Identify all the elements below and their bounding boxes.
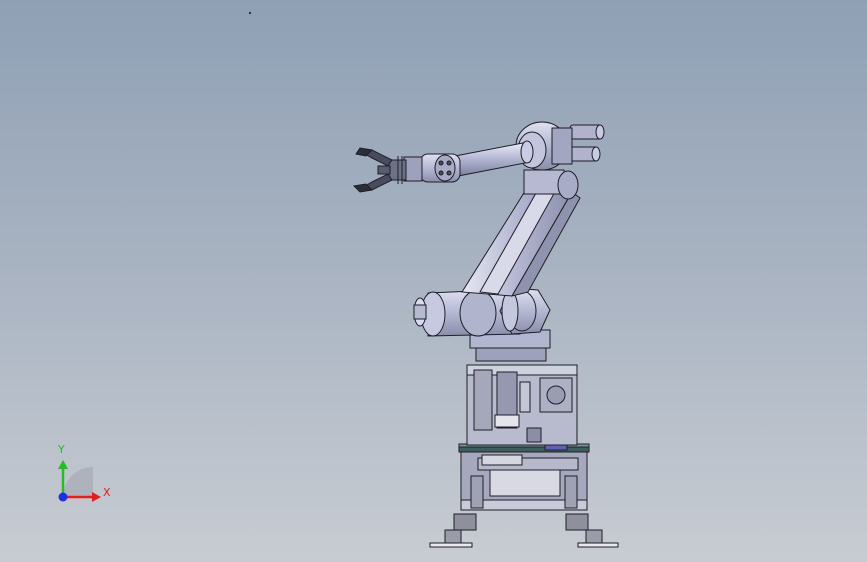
forearm-assembly [403,121,605,183]
upper-arm-link [461,169,581,297]
leveling-feet [429,513,619,548]
base-stand [429,364,619,548]
shoulder-assembly [413,287,551,362]
z-axis-dot [58,492,68,502]
y-axis-label: Y [58,443,65,456]
coordinate-triad [58,460,101,502]
graphics-viewport[interactable]: X Y [0,0,867,562]
robot-arm-model[interactable] [0,0,867,562]
x-axis-label: X [103,486,111,499]
gripper-claw [352,147,407,193]
